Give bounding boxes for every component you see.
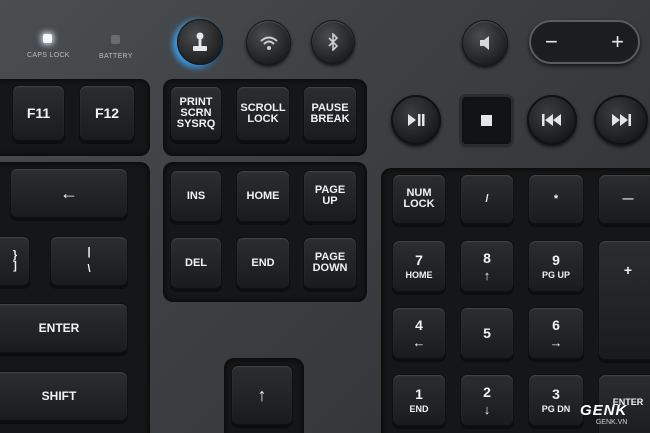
key-print-screen[interactable]: PRINT SCRN SYSRQ bbox=[170, 86, 222, 141]
key-right-shift-label: SHIFT bbox=[41, 389, 77, 403]
key-pause-break-label: PAUSE BREAK bbox=[310, 101, 350, 125]
key-numpad-3-sub: PG DN bbox=[541, 404, 571, 414]
key-numpad-plus[interactable]: + bbox=[598, 240, 650, 360]
key-numpad-2-label: 2 bbox=[483, 383, 491, 400]
key-numpad-9-sub: PG UP bbox=[541, 270, 570, 280]
key-page-up-label: PAGE UP bbox=[314, 184, 346, 207]
watermark-brand: GENK bbox=[580, 402, 628, 419]
key-numpad-star-label: * bbox=[553, 192, 559, 205]
key-numpad-plus-label: + bbox=[623, 262, 633, 278]
key-home-label: HOME bbox=[246, 189, 280, 202]
key-home[interactable]: HOME bbox=[236, 170, 290, 222]
key-numpad-1[interactable]: 1 END bbox=[392, 374, 446, 426]
key-numpad-3[interactable]: 3 PG DN bbox=[528, 374, 584, 426]
key-numpad-5-label: 5 bbox=[483, 325, 491, 341]
key-numpad-6[interactable]: 6 → bbox=[528, 307, 584, 359]
key-numpad-6-label: 6 bbox=[552, 316, 560, 333]
key-numpad-8[interactable]: 8 ↑ bbox=[460, 240, 514, 292]
key-backslash-label: \ bbox=[87, 263, 91, 275]
keyboard-photo: CAPS LOCK BATTERY − + F11 F12 PRINT SCRN… bbox=[0, 0, 650, 433]
game-mode-button[interactable] bbox=[177, 19, 223, 65]
key-page-down-label: PAGE DOWN bbox=[312, 251, 348, 274]
wifi-button[interactable] bbox=[246, 20, 291, 65]
key-num-lock[interactable]: NUM LOCK bbox=[392, 174, 446, 224]
key-right-shift[interactable]: SHIFT bbox=[0, 371, 128, 421]
key-arrow-up[interactable]: ↑ bbox=[231, 365, 293, 425]
key-numpad-1-label: 1 bbox=[415, 386, 423, 402]
key-numpad-star[interactable]: * bbox=[528, 174, 584, 224]
key-numpad-7-label: 7 bbox=[415, 252, 423, 268]
key-insert-label: INS bbox=[186, 189, 206, 202]
stop-icon bbox=[481, 115, 492, 126]
caps-lock-led bbox=[43, 34, 52, 43]
key-end[interactable]: END bbox=[236, 237, 290, 289]
key-right-brace[interactable]: }] bbox=[0, 236, 30, 286]
key-numpad-7-sub: HOME bbox=[405, 270, 433, 280]
battery-label: BATTERY bbox=[99, 53, 133, 60]
key-numpad-4-label: 4 bbox=[415, 316, 423, 333]
key-numpad-2[interactable]: 2 ↓ bbox=[460, 374, 514, 426]
key-numpad-3-label: 3 bbox=[552, 386, 560, 402]
key-numpad-6-sub: → bbox=[549, 334, 563, 350]
volume-minus[interactable]: − bbox=[545, 29, 558, 55]
key-numpad-9[interactable]: 9 PG UP bbox=[528, 240, 584, 292]
key-end-label: END bbox=[251, 256, 275, 269]
key-numpad-8-sub: ↑ bbox=[483, 267, 491, 283]
play-pause-icon bbox=[408, 114, 425, 126]
key-delete[interactable]: DEL bbox=[170, 237, 222, 289]
volume-plus[interactable]: + bbox=[611, 29, 624, 55]
key-page-down[interactable]: PAGE DOWN bbox=[303, 237, 357, 289]
key-numpad-8-label: 8 bbox=[483, 249, 491, 266]
volume-rocker[interactable]: − + bbox=[529, 20, 640, 64]
key-backspace-label: ← bbox=[60, 183, 78, 203]
key-f12-label: F12 bbox=[94, 105, 120, 121]
key-numpad-2-sub: ↓ bbox=[483, 401, 491, 417]
game-mode-icon bbox=[193, 32, 207, 51]
stop-button[interactable] bbox=[462, 97, 511, 144]
key-pipe-label: | bbox=[87, 246, 91, 258]
watermark: GENK GENK.VN bbox=[580, 402, 627, 426]
key-numpad-minus[interactable]: — bbox=[598, 174, 650, 224]
key-numpad-4-sub: ← bbox=[412, 334, 426, 350]
key-scroll-lock[interactable]: SCROLL LOCK bbox=[236, 86, 290, 141]
caps-lock-label: CAPS LOCK bbox=[27, 52, 70, 59]
key-numpad-minus-label: — bbox=[622, 192, 634, 205]
key-numpad-4[interactable]: 4 ← bbox=[392, 307, 446, 359]
play-pause-button[interactable] bbox=[391, 95, 441, 145]
key-right-bracket-label: ] bbox=[13, 260, 17, 272]
key-f12[interactable]: F12 bbox=[79, 85, 135, 141]
key-enter-label: ENTER bbox=[38, 321, 80, 335]
key-f11[interactable]: F11 bbox=[12, 85, 65, 141]
key-numpad-5[interactable]: 5 bbox=[460, 307, 514, 359]
battery-led bbox=[111, 35, 120, 44]
key-page-up[interactable]: PAGE UP bbox=[303, 170, 357, 222]
key-numpad-slash-label: / bbox=[485, 192, 489, 205]
mute-icon bbox=[480, 36, 489, 50]
key-backspace[interactable]: ← bbox=[10, 168, 128, 218]
key-numpad-1-sub: END bbox=[409, 404, 429, 414]
previous-icon bbox=[542, 114, 561, 126]
next-track-button[interactable] bbox=[594, 95, 648, 145]
bluetooth-button[interactable] bbox=[311, 20, 355, 64]
key-numpad-slash[interactable]: / bbox=[460, 174, 514, 224]
key-print-screen-label: PRINT SCRN SYSRQ bbox=[176, 96, 216, 130]
previous-track-button[interactable] bbox=[527, 95, 577, 145]
mute-button[interactable] bbox=[462, 20, 508, 66]
wifi-icon bbox=[259, 36, 278, 50]
key-num-lock-label: NUM LOCK bbox=[403, 187, 435, 210]
key-arrow-up-label: ↑ bbox=[257, 385, 267, 405]
next-icon bbox=[612, 114, 631, 126]
key-numpad-9-label: 9 bbox=[552, 252, 560, 268]
key-delete-label: DEL bbox=[185, 256, 207, 269]
key-f11-label: F11 bbox=[26, 105, 51, 121]
watermark-site: GENK.VN bbox=[595, 419, 628, 426]
key-insert[interactable]: INS bbox=[170, 170, 222, 222]
key-enter[interactable]: ENTER bbox=[0, 303, 128, 353]
key-pause-break[interactable]: PAUSE BREAK bbox=[303, 86, 357, 141]
key-scroll-lock-label: SCROLL LOCK bbox=[240, 101, 286, 125]
key-numpad-7[interactable]: 7 HOME bbox=[392, 240, 446, 292]
key-backslash[interactable]: | \ bbox=[50, 236, 128, 286]
bluetooth-icon bbox=[328, 33, 339, 51]
